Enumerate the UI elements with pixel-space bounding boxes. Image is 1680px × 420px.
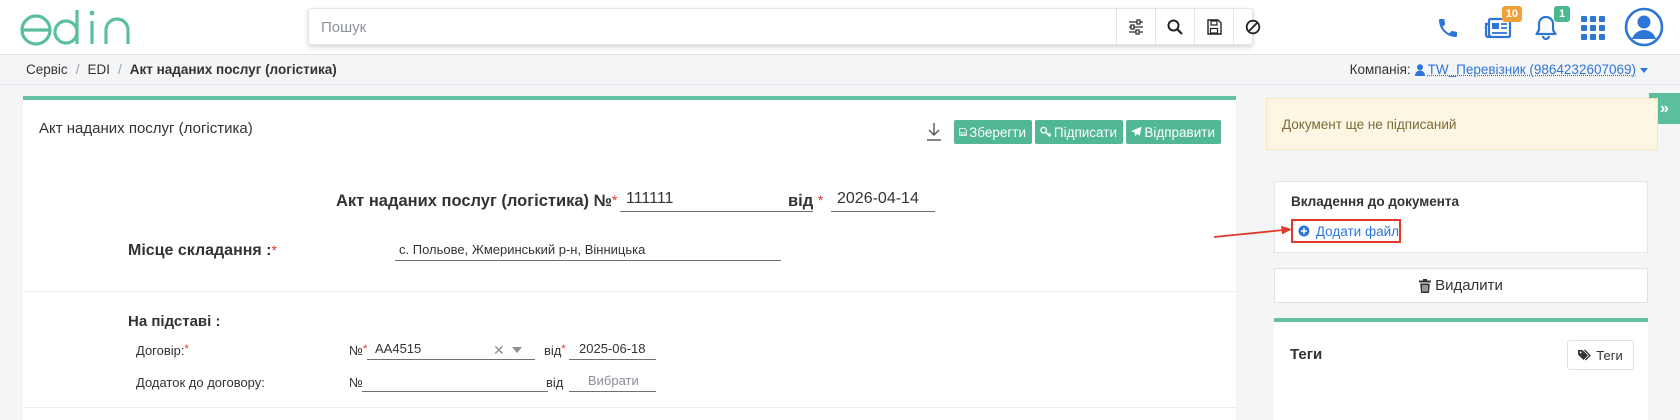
breadcrumb-edi[interactable]: EDI bbox=[87, 62, 110, 77]
status-alert: Документ ще не підписаний bbox=[1266, 98, 1658, 150]
plus-circle-icon bbox=[1298, 225, 1310, 237]
news-badge: 10 bbox=[1502, 6, 1522, 22]
addendum-number-field[interactable] bbox=[362, 372, 548, 392]
tags-button-label: Теги bbox=[1596, 348, 1622, 363]
caret-down-icon bbox=[1639, 66, 1649, 74]
news-button[interactable]: 10 bbox=[1482, 12, 1514, 44]
download-icon[interactable] bbox=[925, 122, 943, 142]
edin-logo[interactable] bbox=[16, 6, 142, 50]
required-mark: * bbox=[818, 192, 823, 208]
breadcrumb-divider bbox=[0, 84, 1680, 85]
search-bar bbox=[308, 8, 1253, 45]
tags-title: Теги bbox=[1290, 346, 1322, 363]
required-mark: * bbox=[561, 343, 565, 355]
phone-button[interactable] bbox=[1432, 12, 1464, 44]
block-icon bbox=[1245, 19, 1261, 35]
reset-search-button[interactable] bbox=[1233, 9, 1272, 44]
tags-icon bbox=[1578, 349, 1592, 361]
breadcrumb-separator: / bbox=[118, 62, 122, 77]
annotation-arrow bbox=[1212, 225, 1294, 241]
attachments-panel: Вкладення до документа Додати файл bbox=[1274, 181, 1648, 253]
send-button[interactable]: Відправити bbox=[1126, 120, 1221, 144]
breadcrumb-service[interactable]: Сервіс bbox=[26, 62, 68, 77]
addendum-no-label: № bbox=[349, 375, 363, 390]
document-card: Акт наданих послуг (логістика) Зберегти … bbox=[23, 96, 1236, 420]
sliders-icon bbox=[1128, 19, 1144, 35]
filter-settings-button[interactable] bbox=[1116, 9, 1155, 44]
user-icon bbox=[1415, 64, 1425, 76]
section-divider bbox=[23, 291, 1236, 292]
apps-menu-button[interactable] bbox=[1577, 12, 1609, 44]
required-mark: * bbox=[185, 343, 189, 355]
save-button[interactable]: Зберегти bbox=[954, 120, 1032, 144]
required-mark: * bbox=[272, 242, 277, 258]
paper-plane-icon bbox=[1131, 126, 1142, 138]
delete-button[interactable]: Видалити bbox=[1274, 268, 1648, 303]
top-header: 10 1 bbox=[0, 0, 1680, 55]
from-label-text: від bbox=[788, 192, 813, 210]
apps-grid-icon bbox=[1581, 16, 1605, 40]
contract-from-label: від* bbox=[544, 343, 566, 358]
company-name: TW_Перевізник (9864232607069) bbox=[1428, 62, 1636, 77]
add-file-button[interactable]: Додати файл bbox=[1291, 219, 1401, 243]
date-from-label: від * bbox=[788, 192, 823, 211]
save-search-button[interactable] bbox=[1194, 9, 1233, 44]
phone-icon bbox=[1436, 16, 1460, 40]
user-avatar-icon[interactable] bbox=[1624, 7, 1664, 47]
notifications-button[interactable]: 1 bbox=[1530, 12, 1562, 44]
breadcrumb-separator: / bbox=[76, 62, 80, 77]
notifications-badge: 1 bbox=[1554, 6, 1570, 22]
from-label-text: від bbox=[544, 343, 561, 358]
tags-panel: Теги Теги bbox=[1274, 318, 1648, 420]
document-date-field[interactable]: 2026-04-14 bbox=[831, 188, 935, 212]
key-icon bbox=[1040, 126, 1052, 138]
save-icon bbox=[959, 126, 967, 138]
section-divider bbox=[23, 407, 1236, 408]
sign-label: Підписати bbox=[1054, 125, 1117, 140]
addendum-label: Додаток до договору: bbox=[136, 375, 265, 390]
breadcrumb-current: Акт наданих послуг (логістика) bbox=[130, 62, 337, 77]
breadcrumb: Сервіс / EDI / Акт наданих послуг (логіс… bbox=[26, 62, 337, 77]
search-icon bbox=[1167, 19, 1183, 35]
document-number-field[interactable]: 111111 bbox=[620, 188, 813, 212]
sign-button[interactable]: Підписати bbox=[1035, 120, 1123, 144]
place-field[interactable]: с. Польове, Жмеринський р-н, Вінницька bbox=[395, 241, 781, 261]
contract-number-select[interactable]: АА4515 bbox=[367, 340, 535, 360]
company-dropdown[interactable]: TW_Перевізник (9864232607069) bbox=[1415, 62, 1652, 77]
place-label: Місце складання :* bbox=[128, 242, 277, 260]
no-label-text: № bbox=[349, 343, 363, 358]
search-input[interactable] bbox=[321, 15, 1091, 39]
chevron-down-icon[interactable] bbox=[512, 347, 522, 353]
clear-icon[interactable]: ✕ bbox=[493, 343, 505, 357]
add-file-label: Додати файл bbox=[1316, 224, 1399, 239]
document-heading: Акт наданих послуг (логістика) №* bbox=[336, 192, 617, 211]
card-title: Акт наданих послуг (логістика) bbox=[39, 120, 253, 137]
company-label: Компанія: bbox=[1350, 62, 1411, 77]
addendum-from-label: від bbox=[546, 375, 563, 390]
required-mark: * bbox=[612, 192, 617, 208]
trash-icon bbox=[1419, 279, 1431, 293]
attachments-title: Вкладення до документа bbox=[1291, 194, 1459, 209]
send-label: Відправити bbox=[1144, 125, 1215, 140]
contract-date-field[interactable]: 2025-06-18 bbox=[569, 340, 656, 360]
delete-label: Видалити bbox=[1435, 277, 1503, 294]
addendum-date-field[interactable]: Вибрати bbox=[569, 372, 656, 392]
tags-button[interactable]: Теги bbox=[1567, 340, 1634, 370]
contract-label: Договір:* bbox=[136, 343, 189, 358]
search-button[interactable] bbox=[1155, 9, 1194, 44]
company-selector: Компанія: TW_Перевізник (9864232607069) bbox=[1350, 62, 1652, 77]
contract-no-label: №* bbox=[349, 343, 367, 358]
contract-label-text: Договір: bbox=[136, 343, 185, 358]
save-label: Зберегти bbox=[969, 125, 1026, 140]
basis-label: На підставі : bbox=[128, 313, 220, 330]
place-label-text: Місце складання : bbox=[128, 242, 272, 259]
document-heading-text: Акт наданих послуг (логістика) № bbox=[336, 192, 612, 210]
save-icon bbox=[1206, 19, 1222, 35]
